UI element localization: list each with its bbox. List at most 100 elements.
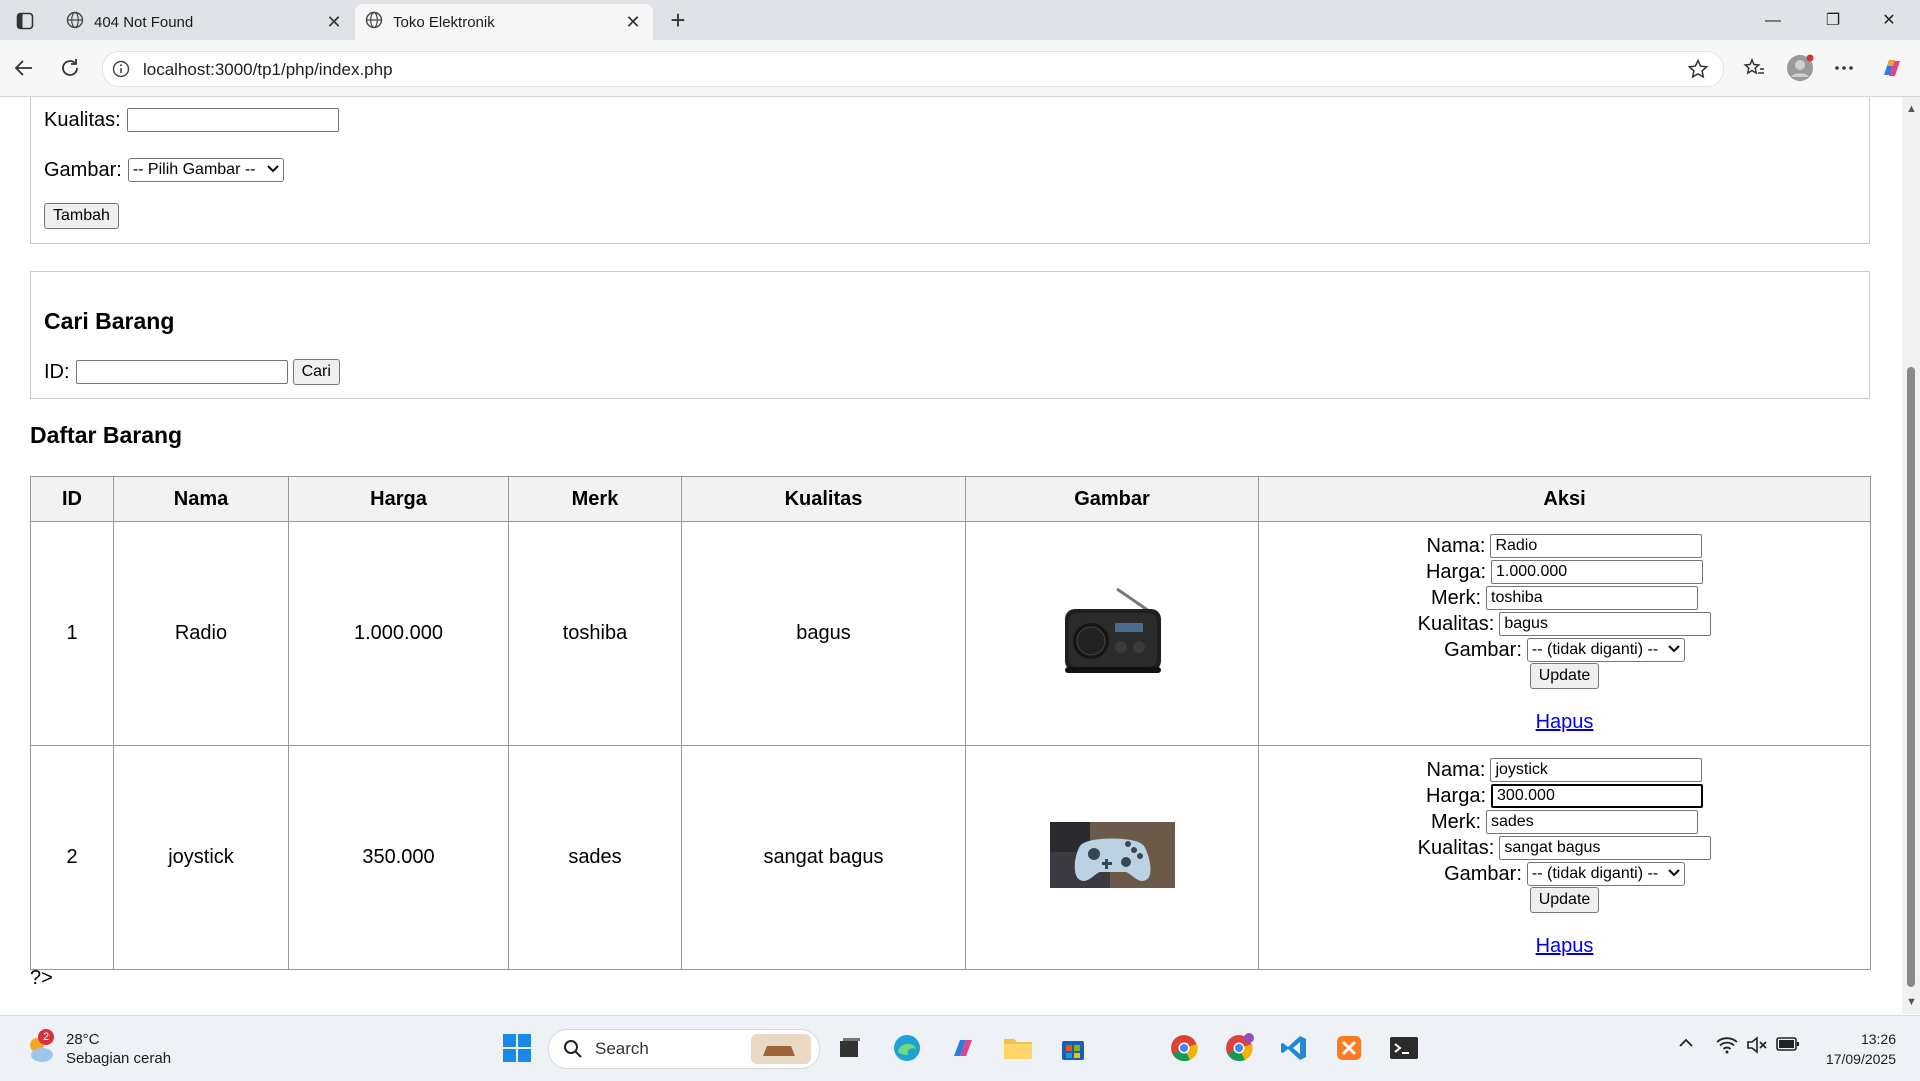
edit-gambar-row: Gambar: -- (tidak diganti) -- <box>1444 861 1685 887</box>
system-clock[interactable]: 13:26 17/09/2025 <box>1826 1029 1896 1069</box>
edit-gambar-select[interactable]: -- (tidak diganti) -- <box>1526 637 1685 662</box>
edit-gambar-value: -- (tidak diganti) -- <box>1531 640 1659 658</box>
edit-harga-input[interactable]: 1.000.000 <box>1491 559 1704 584</box>
windows-start-icon[interactable] <box>499 1030 535 1066</box>
edit-gambar-select[interactable]: -- (tidak diganti) -- <box>1526 861 1685 886</box>
vscode-icon[interactable] <box>1276 1030 1312 1066</box>
edit-nama-row: Nama: Radio <box>1427 533 1703 559</box>
url-text: localhost:3000/tp1/php/index.php <box>143 60 393 79</box>
edit-kualitas-row: Kualitas: sangat bagus <box>1418 835 1712 861</box>
edit-nama-input[interactable]: Radio <box>1490 533 1703 558</box>
terminal-icon[interactable] <box>1386 1030 1422 1066</box>
refresh-icon[interactable] <box>54 53 86 83</box>
favorites-icon[interactable] <box>1738 53 1770 83</box>
file-explorer-icon[interactable] <box>1000 1030 1036 1066</box>
edit-nama-label: Nama: <box>1426 758 1486 781</box>
taskbar: 2 28°C Sebagian cerah Search 13:26 17/09… <box>0 1015 1920 1081</box>
list-title: Daftar Barang <box>30 422 183 448</box>
tambah-button[interactable]: Tambah <box>44 203 119 229</box>
tambah-row: Tambah <box>44 203 119 229</box>
cell-nama: joystick <box>113 745 289 970</box>
tab-404-not-found[interactable]: 404 Not Found ✕ <box>56 4 354 40</box>
search-highlight-icon <box>751 1034 811 1069</box>
chrome-profile-icon[interactable] <box>1221 1030 1257 1066</box>
weather-condition: Sebagian cerah <box>66 1050 172 1067</box>
items-table: ID Nama Harga Merk Kualitas Gambar Aksi … <box>30 476 1871 970</box>
favorite-star-icon[interactable] <box>1687 58 1709 85</box>
store-icon[interactable] <box>1055 1030 1091 1066</box>
edit-form: Nama: Radio Harga: 1.000.000 Merk: toshi… <box>1260 533 1869 735</box>
update-button[interactable]: Update <box>1529 662 1600 689</box>
column-header: Gambar <box>965 476 1259 522</box>
volume-muted-icon[interactable] <box>1746 1036 1768 1057</box>
kualitas-input[interactable] <box>126 108 339 132</box>
column-header: Nama <box>113 476 289 522</box>
cell-kualitas: sangat bagus <box>681 745 966 970</box>
hapus-link[interactable]: Hapus <box>1536 709 1594 735</box>
new-tab-button[interactable]: + <box>664 7 692 34</box>
column-header: Merk <box>508 476 682 522</box>
xampp-icon[interactable] <box>1331 1030 1367 1066</box>
weather-widget[interactable]: 2 28°C Sebagian cerah <box>24 1029 171 1068</box>
hapus-link[interactable]: Hapus <box>1536 933 1594 959</box>
edit-form: Nama: joystick Harga: 300.000 Merk: sade… <box>1260 757 1869 959</box>
vertical-scrollbar[interactable]: ▲ ▼ <box>1902 97 1920 1014</box>
edit-harga-input[interactable]: 300.000 <box>1491 783 1704 808</box>
tab-actions-icon[interactable] <box>10 8 40 34</box>
more-options-icon[interactable] <box>1828 53 1860 83</box>
edit-update-row: Update <box>1529 662 1600 689</box>
tab-toko-elektronik[interactable]: Toko Elektronik ✕ <box>355 4 653 40</box>
edit-merk-row: Merk: sades <box>1431 809 1698 835</box>
column-header: Harga <box>288 476 509 522</box>
edit-nama-label: Nama: <box>1426 534 1486 557</box>
scroll-up-icon[interactable]: ▲ <box>1906 103 1917 115</box>
maximize-button[interactable]: ❐ <box>1810 6 1856 36</box>
trailing-text: ?> <box>30 967 53 989</box>
edit-gambar-row: Gambar: -- (tidak diganti) -- <box>1444 637 1685 663</box>
back-icon[interactable] <box>8 53 40 83</box>
weather-badge: 2 <box>38 1029 54 1045</box>
edge-icon[interactable] <box>889 1030 925 1066</box>
scroll-down-icon[interactable]: ▼ <box>1906 996 1917 1008</box>
chrome-icon[interactable] <box>1166 1030 1202 1066</box>
copilot-app-icon[interactable] <box>945 1030 981 1066</box>
cell-gambar <box>965 521 1259 746</box>
task-view-icon[interactable] <box>832 1030 868 1066</box>
close-icon[interactable]: ✕ <box>324 12 344 33</box>
window-close-button[interactable]: ✕ <box>1866 6 1912 36</box>
edit-nama-input[interactable]: joystick <box>1490 757 1703 782</box>
info-icon[interactable] <box>112 60 130 83</box>
address-bar[interactable]: localhost:3000/tp1/php/index.php <box>102 51 1724 87</box>
gambar-select[interactable]: -- Pilih Gambar -- <box>127 158 284 182</box>
id-input[interactable] <box>75 360 288 384</box>
column-header: Kualitas <box>681 476 966 522</box>
search-row: ID: Cari <box>44 359 340 385</box>
cell-kualitas: bagus <box>681 521 966 746</box>
battery-icon[interactable] <box>1776 1036 1800 1055</box>
edit-kualitas-input[interactable]: sangat bagus <box>1499 835 1712 860</box>
edit-merk-input[interactable]: toshiba <box>1486 585 1698 610</box>
table-header-row: ID Nama Harga Merk Kualitas Gambar Aksi <box>30 476 1871 522</box>
tab-title: Toko Elektronik <box>393 13 495 31</box>
cell-aksi: Nama: joystick Harga: 300.000 Merk: sade… <box>1258 745 1871 970</box>
scrollbar-thumb[interactable] <box>1907 367 1915 987</box>
id-label: ID: <box>44 360 70 383</box>
close-icon[interactable]: ✕ <box>623 12 643 33</box>
kualitas-row: Kualitas: <box>44 108 339 132</box>
edit-update-row: Update <box>1529 886 1600 913</box>
update-button[interactable]: Update <box>1529 886 1600 913</box>
browser-tab-strip: 404 Not Found ✕ Toko Elektronik ✕ + — ❐ … <box>0 0 1920 40</box>
minimize-button[interactable]: — <box>1750 6 1796 36</box>
cari-button[interactable]: Cari <box>292 359 340 385</box>
copilot-icon[interactable] <box>1876 53 1908 83</box>
wifi-icon[interactable] <box>1716 1036 1738 1057</box>
taskbar-search[interactable]: Search <box>548 1029 820 1069</box>
profile-avatar[interactable] <box>1784 53 1816 83</box>
edit-kualitas-input[interactable]: bagus <box>1499 611 1712 636</box>
edit-merk-row: Merk: toshiba <box>1431 585 1698 611</box>
page-viewport: Kualitas: Gambar: -- Pilih Gambar -- Tam… <box>0 97 1920 1014</box>
weather-text: 28°C Sebagian cerah <box>66 1030 171 1068</box>
edit-gambar-label: Gambar: <box>1444 638 1522 661</box>
edit-merk-input[interactable]: sades <box>1486 809 1698 834</box>
show-hidden-icons[interactable] <box>1678 1036 1694 1052</box>
